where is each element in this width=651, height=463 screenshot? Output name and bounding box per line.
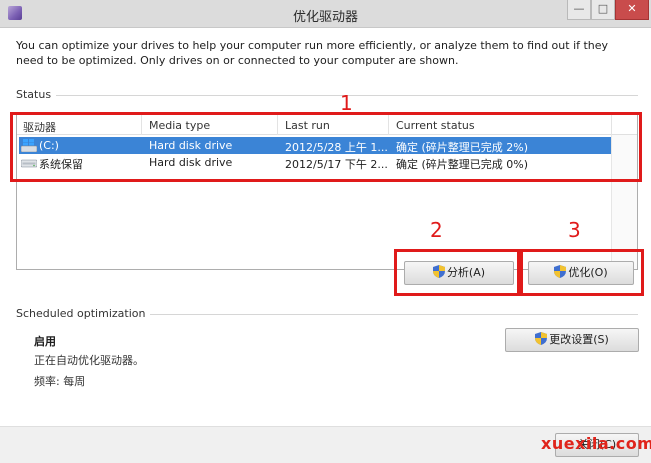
window-client: You can optimize your drives to help you… <box>0 28 651 463</box>
title-bar: 优化驱动器 — □ ✕ <box>0 0 651 28</box>
change-settings-button[interactable]: 更改设置(S) <box>505 328 639 352</box>
window-title: 优化驱动器 <box>292 10 358 25</box>
scheduled-group-label: Scheduled optimization <box>16 307 146 320</box>
uac-shield-icon <box>535 332 548 345</box>
close-window-button[interactable]: ✕ <box>615 0 649 20</box>
annotation-number-2: 2 <box>430 218 443 242</box>
annotation-number-3: 3 <box>568 218 581 242</box>
schedule-frequency: 频率: 每周 <box>34 375 86 388</box>
scheduled-divider <box>150 314 638 315</box>
status-group-label: Status <box>16 88 52 101</box>
minimize-button[interactable]: — <box>567 0 591 20</box>
annotation-box-optimize <box>520 249 644 296</box>
watermark: xuexila.com <box>541 434 651 453</box>
change-settings-button-label: 更改设置(S) <box>549 333 609 346</box>
schedule-description: 正在自动优化驱动器。 <box>34 354 144 367</box>
annotation-box-analyze <box>394 249 520 296</box>
description-text: You can optimize your drives to help you… <box>16 39 609 67</box>
maximize-button[interactable]: □ <box>591 0 615 20</box>
annotation-box-drive-list <box>10 112 642 182</box>
schedule-state: 启用 <box>34 335 56 348</box>
